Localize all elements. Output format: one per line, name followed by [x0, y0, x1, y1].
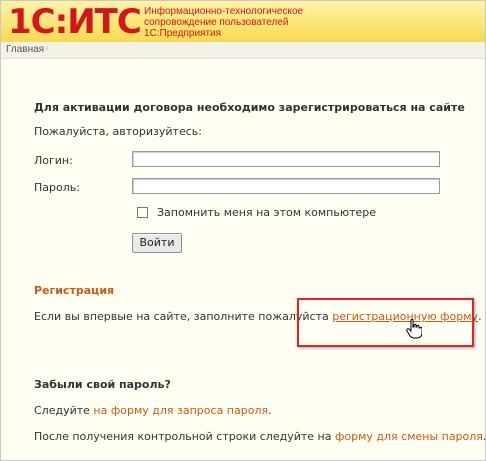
remember-me-label[interactable]: Запомнить меня на этом компьютере: [157, 206, 376, 219]
registration-text-before: Если вы впервые на сайте, заполните пожа…: [34, 310, 329, 323]
forgot-password-heading: Забыли свой пароль?: [34, 378, 171, 391]
password-label: Пароль:: [34, 181, 80, 194]
activation-heading: Для активации договора необходимо зареги…: [34, 101, 465, 114]
password-input[interactable]: [132, 178, 440, 194]
tagline-line-2: сопровождение пользователей: [144, 17, 289, 28]
password-request-link[interactable]: на форму для запроса пароля: [93, 404, 268, 417]
tagline-line-3: 1С:Предприятия: [144, 28, 222, 39]
remember-me-checkbox[interactable]: [137, 207, 148, 218]
forgot-line-2: После получения контрольной строки следу…: [34, 430, 485, 443]
site-header: 1С:ИТС Информационно-технологическое соп…: [1, 1, 485, 42]
hand-pointer-icon: [406, 318, 423, 342]
forgot-line-1-after: .: [268, 404, 272, 417]
registration-link-highlight: [297, 298, 474, 347]
registration-text-after: .: [478, 310, 482, 323]
forgot-line-1: Следуйте на форму для запроса пароля.: [34, 404, 272, 417]
its-logo[interactable]: 1С:ИТС: [8, 3, 142, 41]
breadcrumb-chevron-icon: ›: [45, 43, 49, 54]
breadcrumb-home-link[interactable]: Главная: [6, 44, 44, 55]
password-change-link[interactable]: форму для смены пароля: [335, 430, 483, 443]
login-label: Логин:: [34, 154, 73, 167]
login-input[interactable]: [132, 151, 440, 167]
auth-prompt: Пожалуйста, авторизуйтесь:: [34, 125, 202, 138]
page-frame: 1С:ИТС Информационно-технологическое соп…: [0, 0, 486, 461]
forgot-line-2-before: После получения контрольной строки следу…: [34, 430, 332, 443]
breadcrumb: Главная ›: [1, 42, 485, 59]
login-submit-button[interactable]: Войти: [132, 233, 182, 253]
site-tagline: Информационно-технологическое сопровожде…: [144, 6, 303, 39]
tagline-line-1: Информационно-технологическое: [144, 6, 304, 17]
forgot-line-1-before: Следуйте: [34, 404, 90, 417]
registration-heading: Регистрация: [34, 284, 115, 297]
